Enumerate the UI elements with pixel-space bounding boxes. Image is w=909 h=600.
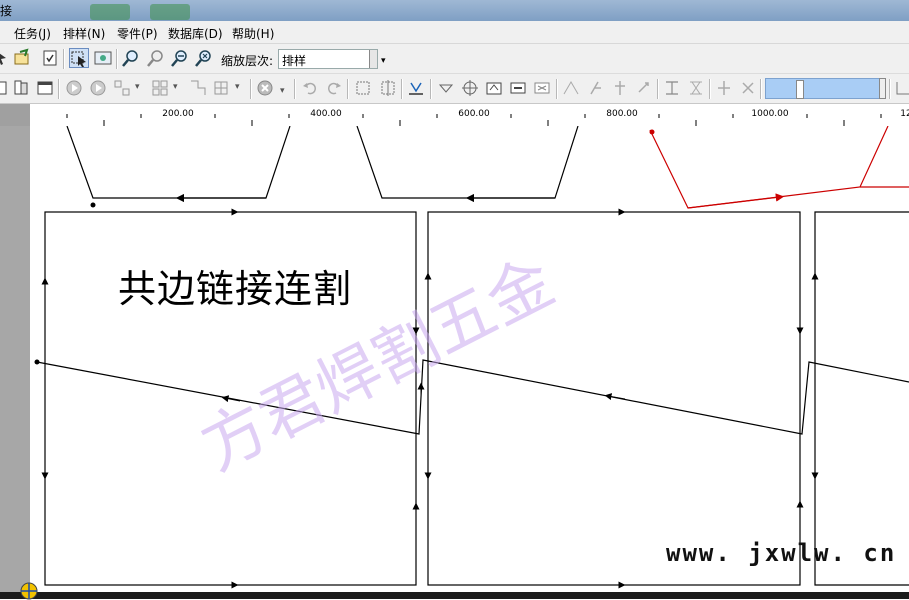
menu-bar: 任务(J) 排样(N) 零件(P) 数据库(D) 帮助(H)	[0, 21, 909, 44]
tool5-icon[interactable]	[586, 78, 606, 98]
align-icon[interactable]	[353, 78, 373, 98]
play-alt-icon[interactable]	[88, 78, 108, 98]
tool3-icon[interactable]	[508, 78, 528, 98]
zoom-out-icon[interactable]	[170, 48, 190, 68]
dropdown-icon[interactable]: ▾	[381, 56, 386, 66]
tool5-icon[interactable]	[634, 78, 654, 98]
pointer-icon[interactable]	[0, 48, 12, 68]
slider-arrow-icon[interactable]	[879, 78, 886, 99]
zoom-fit-icon[interactable]	[146, 48, 166, 68]
dropdown-icon[interactable]: ▾	[173, 82, 178, 92]
ruler-label: 1000.00	[751, 109, 789, 119]
menu-parts[interactable]: 零件(P)	[117, 25, 158, 42]
tool5-icon[interactable]	[893, 78, 909, 98]
zoom-level-select[interactable]: 排样	[278, 49, 378, 69]
move-icon[interactable]	[211, 78, 231, 98]
zoom-label: 缩放层次:	[221, 54, 274, 68]
slider-handle[interactable]	[796, 80, 804, 99]
part-icon[interactable]	[0, 78, 10, 98]
watermark-url: www. jxwlw. cn	[666, 539, 897, 567]
ruler-label: 200.00	[162, 109, 194, 119]
mirror-icon[interactable]	[406, 78, 426, 98]
open-icon[interactable]	[12, 48, 32, 68]
horizontal-ruler: 200.00 400.00 600.00 800.00 1000.00 12	[0, 104, 909, 127]
tool5-icon[interactable]	[714, 78, 734, 98]
play-icon[interactable]	[64, 78, 84, 98]
chevron-down-icon[interactable]	[369, 50, 377, 68]
window-title: 接	[0, 4, 13, 18]
tool5-icon[interactable]	[561, 78, 581, 98]
stop-icon[interactable]	[255, 78, 275, 98]
globe-icon	[20, 582, 38, 600]
tool4-icon[interactable]	[532, 78, 552, 98]
background-icon	[150, 4, 190, 20]
dropdown-icon[interactable]: ▾	[135, 82, 140, 92]
undo-icon[interactable]	[300, 78, 320, 98]
zoom-in-icon[interactable]	[121, 48, 141, 68]
ruler-label: 12	[900, 109, 909, 119]
window-icon[interactable]	[35, 78, 55, 98]
tool5-icon[interactable]	[686, 78, 706, 98]
redo-icon[interactable]	[324, 78, 344, 98]
zoom-level-value: 排样	[282, 54, 307, 68]
canvas-title: 共边链接连割	[118, 267, 353, 311]
sort-icon[interactable]	[436, 78, 456, 98]
zoom-reset-icon[interactable]	[194, 48, 214, 68]
cut-icon[interactable]	[11, 78, 31, 98]
map-icon[interactable]	[93, 48, 113, 68]
check-icon[interactable]	[40, 48, 60, 68]
ruler-label: 800.00	[606, 109, 638, 119]
menu-nesting[interactable]: 排样(N)	[63, 25, 105, 42]
align-icon[interactable]	[378, 78, 398, 98]
ruler-label: 400.00	[310, 109, 342, 119]
vertical-ruler	[0, 126, 30, 599]
dropdown-icon[interactable]: ▾	[280, 86, 285, 96]
ruler-label: 600.00	[458, 109, 490, 119]
select-icon[interactable]	[69, 48, 89, 68]
status-strip	[0, 592, 909, 599]
dropdown-icon[interactable]: ▾	[235, 82, 240, 92]
tool1-icon[interactable]	[460, 78, 480, 98]
menu-task[interactable]: 任务(J)	[14, 25, 51, 42]
tool5-icon[interactable]	[662, 78, 682, 98]
menu-database[interactable]: 数据库(D)	[168, 25, 223, 42]
grid-icon[interactable]	[112, 78, 132, 98]
tool2-icon[interactable]	[484, 78, 504, 98]
color-slider[interactable]	[765, 78, 885, 99]
tool5-icon[interactable]	[738, 78, 758, 98]
array-icon[interactable]	[150, 78, 170, 98]
tool5-icon[interactable]	[610, 78, 630, 98]
window-titlebar: 接	[0, 0, 909, 21]
toolbar-main: 缩放层次:	[0, 44, 909, 74]
nesting-canvas[interactable]: 共边链接连割 方君焊割五金 www. jxwlw. cn	[30, 126, 909, 599]
menu-help[interactable]: 帮助(H)	[232, 25, 274, 42]
move-icon[interactable]	[188, 78, 208, 98]
background-icon	[90, 4, 130, 20]
